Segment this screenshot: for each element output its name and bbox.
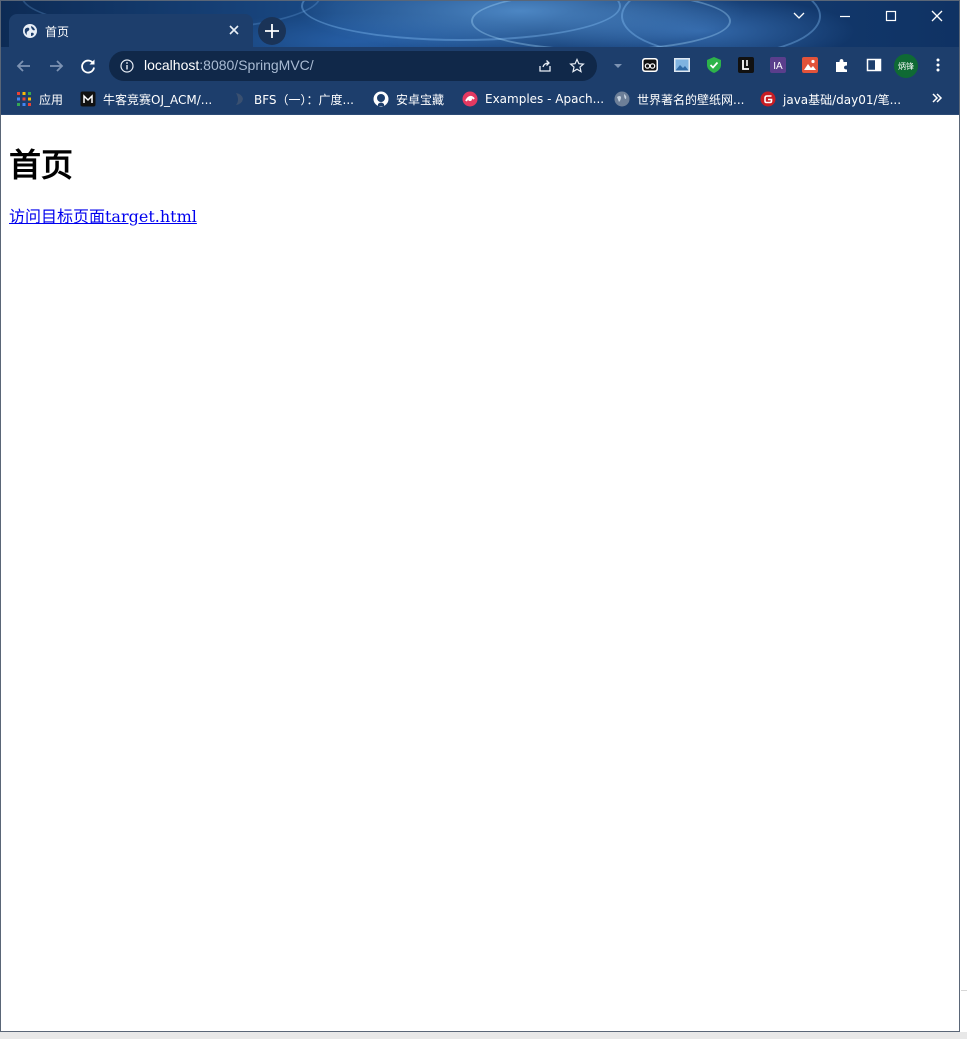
url-text[interactable]: localhost:8080/SpringMVC/ bbox=[144, 57, 314, 73]
bookmark-label: 牛客竞赛OJ_ACM/... bbox=[103, 92, 213, 107]
plus-icon bbox=[265, 24, 279, 38]
extensions-puzzle-icon[interactable] bbox=[833, 56, 851, 74]
share-icon[interactable] bbox=[537, 58, 553, 74]
extension-shield-icon[interactable] bbox=[705, 56, 723, 74]
new-tab-button[interactable] bbox=[258, 17, 286, 45]
background-window-edge bbox=[961, 38, 967, 52]
profile-avatar-text: 炳锋 bbox=[898, 61, 914, 71]
bookmark-nowcoder[interactable]: 牛客竞赛OJ_ACM/... bbox=[80, 90, 212, 108]
svg-text:IA: IA bbox=[773, 61, 783, 72]
back-button[interactable] bbox=[11, 53, 37, 79]
bookmark-label: java基础/day01/笔... bbox=[783, 92, 902, 107]
gitee-icon bbox=[760, 91, 776, 107]
github-icon bbox=[373, 91, 389, 107]
url-path: :8080/SpringMVC/ bbox=[199, 57, 314, 73]
bookmark-java-basics[interactable]: java基础/day01/笔... bbox=[760, 90, 901, 108]
url-host: localhost bbox=[144, 57, 200, 73]
bookmark-label: 应用 bbox=[39, 92, 64, 107]
tab-active[interactable]: 首页 bbox=[9, 14, 253, 48]
bookmark-bfs[interactable]: BFS（一）：广度... bbox=[231, 90, 354, 108]
extension-ia-icon[interactable]: IA bbox=[769, 56, 787, 74]
bookmark-echarts-examples[interactable]: Examples - Apach... bbox=[462, 90, 604, 108]
browser-toolbar: localhost:8080/SpringMVC/ IA 炳锋 bbox=[1, 47, 959, 84]
apache-echarts-icon bbox=[462, 91, 478, 107]
close-icon bbox=[931, 10, 943, 22]
target-page-link[interactable]: 访问目标页面target.html bbox=[9, 203, 197, 227]
tab-search-button[interactable] bbox=[776, 3, 822, 31]
background-window-edge bbox=[961, 990, 967, 991]
profile-avatar[interactable]: 炳锋 bbox=[894, 54, 918, 78]
title-bar: 首页 bbox=[1, 1, 959, 56]
screen: 首页 localhost:8080/SpringMVC/ IA 炳锋 应用 牛客… bbox=[0, 0, 967, 1039]
tab-title: 首页 bbox=[45, 25, 70, 39]
reload-button[interactable] bbox=[75, 53, 101, 79]
bookmark-label: Examples - Apach... bbox=[485, 92, 605, 106]
close-window-button[interactable] bbox=[914, 3, 959, 31]
maximize-button[interactable] bbox=[868, 3, 914, 31]
side-panel-icon[interactable] bbox=[865, 56, 883, 74]
desktop-bottom-strip bbox=[0, 1032, 967, 1039]
bookmarks-bar: 应用 牛客竞赛OJ_ACM/... BFS（一）：广度... 安卓宝藏 Exam… bbox=[1, 84, 959, 115]
bookmark-label: 世界著名的壁纸网... bbox=[637, 92, 745, 107]
chevron-down-icon bbox=[793, 12, 805, 19]
arrow-right-icon bbox=[50, 60, 64, 72]
arrow-left-icon bbox=[16, 60, 30, 72]
star-icon[interactable] bbox=[569, 58, 585, 74]
bfs-favicon bbox=[236, 93, 243, 105]
minimize-icon bbox=[840, 15, 850, 18]
bookmark-wallpaper-site[interactable]: 世界著名的壁纸网... bbox=[614, 90, 744, 108]
address-bar[interactable]: localhost:8080/SpringMVC/ bbox=[109, 51, 597, 81]
page-content: 首页 访问目标页面target.html bbox=[1, 116, 959, 1031]
reload-icon bbox=[81, 59, 95, 74]
extension-image-icon[interactable] bbox=[673, 56, 691, 74]
bookmarks-overflow-icon[interactable] bbox=[930, 91, 944, 105]
bookmark-android-treasure[interactable]: 安卓宝藏 bbox=[373, 90, 444, 108]
forward-button[interactable] bbox=[43, 53, 69, 79]
browser-window: 首页 localhost:8080/SpringMVC/ IA 炳锋 应用 牛客… bbox=[0, 0, 960, 1032]
bookmark-label: 安卓宝藏 bbox=[396, 92, 445, 107]
globe-icon bbox=[614, 91, 630, 107]
extension-goggles-icon[interactable] bbox=[641, 56, 659, 74]
extension-photo-icon[interactable] bbox=[801, 56, 819, 74]
bookmark-apps[interactable]: 应用 bbox=[16, 90, 63, 108]
maximize-icon bbox=[885, 10, 897, 22]
globe-icon bbox=[23, 24, 37, 38]
close-icon bbox=[229, 25, 239, 35]
apps-grid-icon bbox=[17, 92, 31, 106]
tab-close-button[interactable] bbox=[225, 21, 243, 39]
bookmark-label: BFS（一）：广度... bbox=[254, 92, 354, 107]
more-menu-icon[interactable] bbox=[929, 56, 947, 74]
page-heading: 首页 bbox=[9, 146, 74, 184]
minimize-button[interactable] bbox=[822, 3, 868, 31]
extension-leetcode-icon[interactable] bbox=[737, 56, 755, 74]
caret-down-icon[interactable] bbox=[612, 62, 624, 70]
info-icon[interactable] bbox=[120, 59, 134, 73]
nowcoder-icon bbox=[80, 91, 96, 107]
